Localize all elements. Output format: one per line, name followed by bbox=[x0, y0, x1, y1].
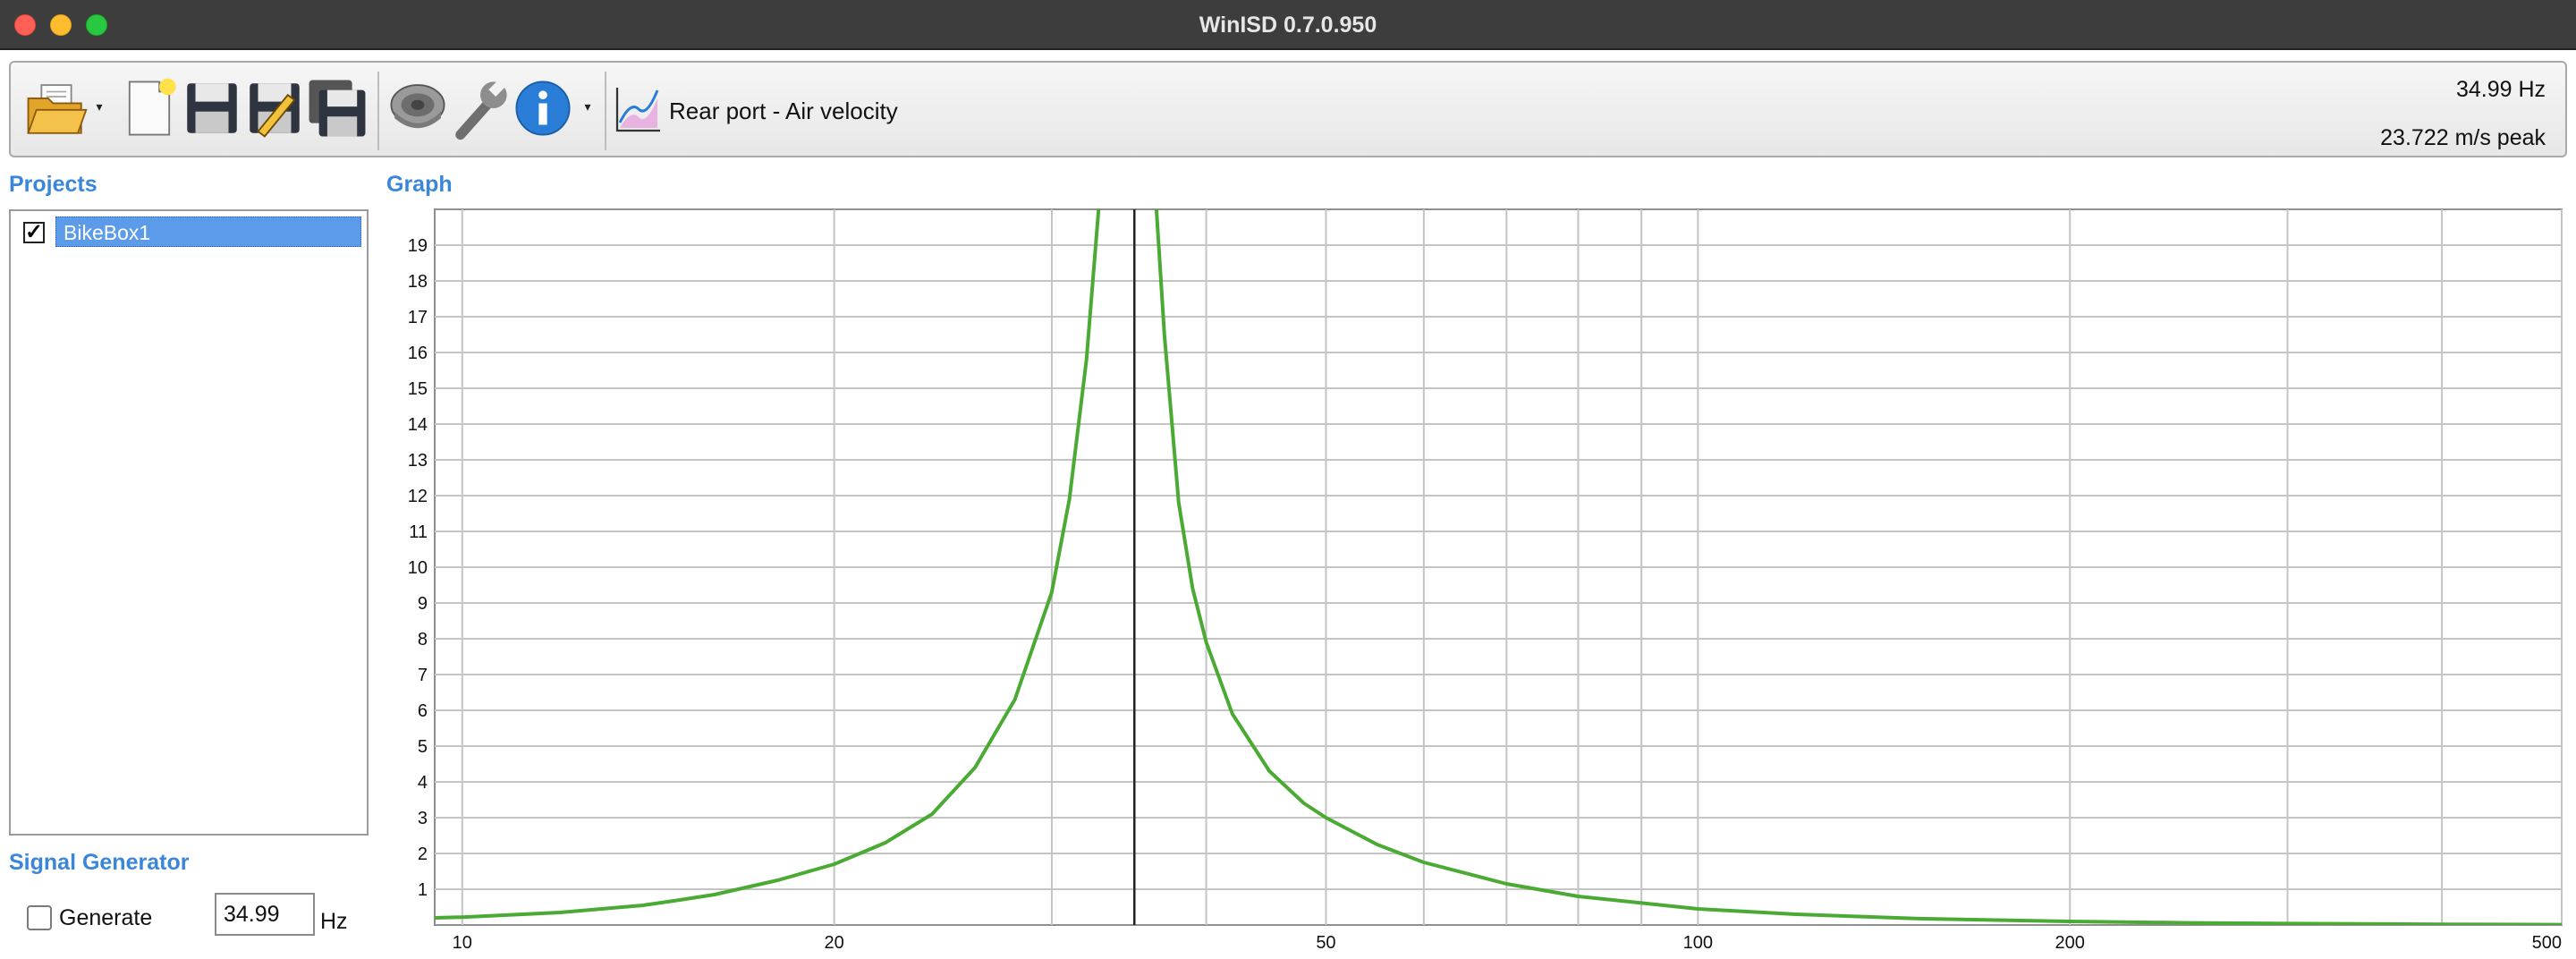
toolbar-separator bbox=[377, 72, 379, 150]
graph-view-selector[interactable]: Rear port - Air velocity bbox=[669, 88, 898, 134]
y-tick-label: 2 bbox=[418, 844, 428, 864]
window-title: WinISD 0.7.0.950 bbox=[1199, 13, 1377, 38]
x-tick-label: 200 bbox=[2055, 933, 2085, 953]
signal-generator-heading: Signal Generator bbox=[9, 850, 190, 875]
toolbar-separator bbox=[605, 72, 606, 150]
info-icon[interactable] bbox=[510, 75, 576, 141]
list-item[interactable]: ✓ BikeBox1 bbox=[16, 216, 361, 247]
project-visible-checkbox[interactable]: ✓ bbox=[23, 222, 45, 243]
x-tick-label: 10 bbox=[453, 933, 472, 953]
projects-list[interactable]: ✓ BikeBox1 bbox=[9, 209, 369, 836]
y-tick-label: 8 bbox=[418, 630, 428, 649]
y-tick-label: 16 bbox=[408, 344, 428, 363]
y-tick-label: 11 bbox=[409, 522, 428, 542]
graph-view-icon[interactable] bbox=[612, 82, 665, 136]
generate-label: Generate bbox=[59, 905, 153, 930]
y-tick-label: 12 bbox=[408, 487, 428, 506]
cursor-value-readout: 23.722 m/s peak bbox=[2380, 125, 2546, 150]
y-tick-label: 18 bbox=[408, 272, 428, 292]
open-dropdown-chevron-icon[interactable]: ▾ bbox=[91, 98, 107, 115]
driver-editor-icon[interactable] bbox=[385, 75, 451, 141]
y-tick-label: 1 bbox=[418, 880, 428, 900]
tools-wrench-icon[interactable] bbox=[447, 75, 513, 141]
save-all-icon[interactable] bbox=[304, 75, 370, 141]
y-tick-label: 3 bbox=[418, 809, 428, 828]
title-bar: WinISD 0.7.0.950 bbox=[0, 0, 2576, 50]
new-project-icon[interactable] bbox=[116, 75, 182, 141]
graph-plot[interactable]: 1234567891011121314151617181910 20 50 100 20… bbox=[376, 202, 2567, 954]
y-tick-label: 13 bbox=[408, 451, 428, 471]
y-tick-label: 7 bbox=[418, 666, 428, 685]
y-tick-label: 19 bbox=[408, 236, 428, 256]
open-project-icon[interactable] bbox=[23, 75, 89, 141]
y-tick-label: 9 bbox=[418, 594, 428, 614]
y-tick-label: 5 bbox=[418, 737, 428, 757]
toolbar: ▾ ▾ Rear port - Air velocity 34.99 Hz 23… bbox=[9, 61, 2567, 157]
generator-frequency-unit: Hz bbox=[320, 909, 348, 934]
y-tick-label: 4 bbox=[418, 773, 428, 793]
info-dropdown-chevron-icon[interactable]: ▾ bbox=[580, 98, 596, 115]
x-tick-label: 20 bbox=[825, 933, 844, 953]
x-tick-label: 100 bbox=[1683, 933, 1713, 953]
x-tick-label: 50 bbox=[1316, 933, 1335, 953]
y-tick-label: 14 bbox=[408, 415, 428, 435]
y-tick-label: 17 bbox=[408, 308, 428, 327]
generator-frequency-input[interactable] bbox=[215, 893, 315, 936]
y-tick-label: 10 bbox=[408, 558, 428, 578]
generate-checkbox[interactable] bbox=[27, 905, 52, 930]
cursor-frequency-readout: 34.99 Hz bbox=[2455, 77, 2546, 102]
project-name[interactable]: BikeBox1 bbox=[55, 216, 361, 247]
graph-heading: Graph bbox=[386, 172, 453, 197]
projects-heading: Projects bbox=[9, 172, 97, 197]
save-as-icon[interactable] bbox=[242, 75, 308, 141]
y-tick-label: 15 bbox=[408, 379, 428, 399]
x-tick-label: 500 bbox=[2532, 933, 2562, 953]
save-icon[interactable] bbox=[179, 75, 245, 141]
y-tick-label: 6 bbox=[418, 701, 428, 721]
